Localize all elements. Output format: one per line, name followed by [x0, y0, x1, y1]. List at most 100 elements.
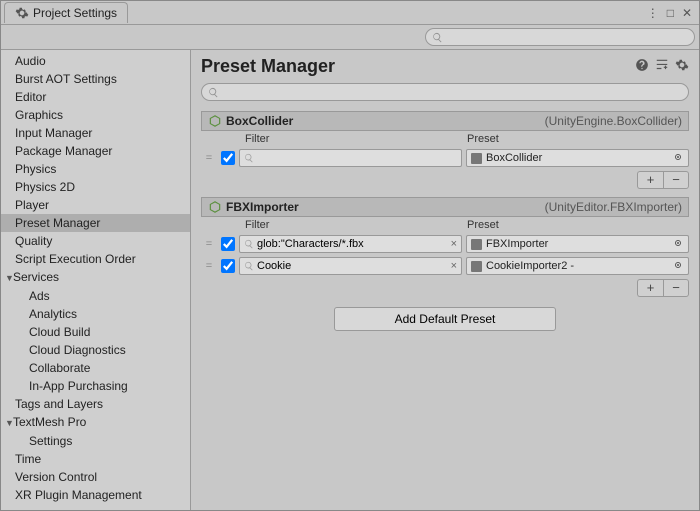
preset-field[interactable]: CookieImporter2 - [466, 257, 689, 275]
section-header: FBXImporter(UnityEditor.FBXImporter) [201, 197, 689, 217]
sidebar-item-burst-aot-settings[interactable]: Burst AOT Settings [1, 70, 190, 88]
sidebar-item-script-execution-order[interactable]: Script Execution Order [1, 250, 190, 268]
sidebar-item-cloud-diagnostics[interactable]: Cloud Diagnostics [1, 341, 190, 359]
search-icon [208, 87, 219, 98]
sidebar-item-physics[interactable]: Physics [1, 160, 190, 178]
toolbar-search-input[interactable] [443, 31, 688, 43]
sidebar-item-label: Tags and Layers [15, 397, 103, 411]
preset-name: FBXImporter [486, 238, 672, 250]
sidebar-item-label: TextMesh Pro [13, 415, 86, 429]
filter-input[interactable] [254, 238, 451, 250]
sidebar-item-version-control[interactable]: Version Control [1, 468, 190, 486]
sidebar-item-time[interactable]: Time [1, 450, 190, 468]
drag-handle-icon[interactable]: = [201, 260, 217, 272]
help-icon[interactable] [635, 58, 649, 75]
row-enabled-checkbox[interactable] [221, 259, 235, 273]
settings-icon[interactable] [675, 58, 689, 75]
row-enabled-checkbox[interactable] [221, 151, 235, 165]
sidebar-item-label: Script Execution Order [15, 252, 136, 266]
sidebar-item-input-manager[interactable]: Input Manager [1, 124, 190, 142]
sidebar-item-editor[interactable]: Editor [1, 88, 190, 106]
clear-icon[interactable]: × [451, 238, 457, 250]
sidebar-item-settings[interactable]: Settings [1, 432, 190, 450]
sidebar-item-label: Analytics [29, 307, 77, 321]
sidebar-item-services[interactable]: ▼Services [1, 268, 190, 287]
sidebar-item-graphics[interactable]: Graphics [1, 106, 190, 124]
filter-field[interactable]: × [239, 235, 462, 253]
sidebar: Audio Burst AOT Settings Editor Graphics Inp… [1, 50, 191, 510]
sidebar-item-label: Ads [29, 289, 50, 303]
main-search-input[interactable] [219, 86, 682, 98]
sidebar-item-label: Graphics [15, 108, 63, 122]
sidebar-item-audio[interactable]: Audio [1, 52, 190, 70]
col-header-filter: Filter [245, 219, 467, 231]
section-title: BoxCollider [226, 114, 293, 128]
row-enabled-checkbox[interactable] [221, 237, 235, 251]
main-panel: Preset Manager BoxCollider(UnityEngine.B… [191, 50, 699, 510]
section-title: FBXImporter [226, 200, 299, 214]
window-tab[interactable]: Project Settings [4, 2, 128, 23]
expand-arrow-icon[interactable]: ▼ [5, 270, 13, 286]
sidebar-item-tags-and-layers[interactable]: Tags and Layers [1, 395, 190, 413]
object-picker-icon[interactable] [672, 237, 684, 252]
preset-row: = × CookieImporter2 - [201, 255, 689, 277]
search-icon [244, 239, 254, 249]
expand-arrow-icon[interactable]: ▼ [5, 415, 13, 431]
object-picker-icon[interactable] [672, 151, 684, 166]
sidebar-item-analytics[interactable]: Analytics [1, 305, 190, 323]
preset-field[interactable]: FBXImporter [466, 235, 689, 253]
clear-icon[interactable]: × [451, 260, 457, 272]
sidebar-item-label: Package Manager [15, 144, 112, 158]
page-title: Preset Manager [201, 56, 635, 77]
sidebar-item-label: Physics [15, 162, 56, 176]
add-row-button[interactable]: + [637, 171, 663, 189]
sidebar-item-cloud-build[interactable]: Cloud Build [1, 323, 190, 341]
drag-handle-icon[interactable]: = [201, 152, 217, 164]
object-picker-icon[interactable] [672, 259, 684, 274]
sidebar-item-textmesh-pro[interactable]: ▼TextMesh Pro [1, 413, 190, 432]
remove-row-button[interactable]: − [663, 171, 689, 189]
sidebar-item-label: Settings [29, 434, 72, 448]
sidebar-item-label: Burst AOT Settings [15, 72, 117, 86]
filter-input[interactable] [254, 152, 457, 164]
maximize-icon[interactable]: □ [664, 6, 677, 20]
sidebar-item-label: Cloud Diagnostics [29, 343, 126, 357]
sidebar-item-label: Collaborate [29, 361, 90, 375]
search-icon [244, 153, 254, 163]
drag-handle-icon[interactable]: = [201, 238, 217, 250]
sidebar-item-physics-2d[interactable]: Physics 2D [1, 178, 190, 196]
add-row-button[interactable]: + [637, 279, 663, 297]
preset-field[interactable]: BoxCollider [466, 149, 689, 167]
toolbar-search[interactable] [425, 28, 695, 46]
window-title: Project Settings [33, 6, 117, 20]
sidebar-item-ads[interactable]: Ads [1, 287, 190, 305]
filter-input[interactable] [254, 260, 451, 272]
sidebar-item-package-manager[interactable]: Package Manager [1, 142, 190, 160]
col-header-preset: Preset [467, 219, 689, 231]
preset-icon[interactable] [655, 58, 669, 75]
col-header-preset: Preset [467, 133, 689, 145]
preset-name: BoxCollider [486, 152, 672, 164]
sidebar-item-in-app-purchasing[interactable]: In-App Purchasing [1, 377, 190, 395]
close-icon[interactable]: ✕ [679, 6, 695, 20]
sidebar-item-quality[interactable]: Quality [1, 232, 190, 250]
add-default-preset-button[interactable]: Add Default Preset [334, 307, 557, 331]
menu-icon[interactable]: ⋮ [644, 6, 662, 20]
remove-row-button[interactable]: − [663, 279, 689, 297]
main-search[interactable] [201, 83, 689, 101]
filter-field[interactable] [239, 149, 462, 167]
sidebar-item-label: Services [13, 270, 59, 284]
preset-row: = × FBXImporter [201, 233, 689, 255]
sidebar-item-collaborate[interactable]: Collaborate [1, 359, 190, 377]
sidebar-item-player[interactable]: Player [1, 196, 190, 214]
sidebar-item-preset-manager[interactable]: Preset Manager [1, 214, 190, 232]
preset-row: = BoxCollider [201, 147, 689, 169]
sidebar-item-xr-plugin-management[interactable]: XR Plugin Management [1, 486, 190, 504]
preset-asset-icon [471, 261, 482, 272]
sidebar-item-label: In-App Purchasing [29, 379, 128, 393]
sidebar-item-label: Version Control [15, 470, 97, 484]
search-icon [432, 32, 443, 43]
filter-field[interactable]: × [239, 257, 462, 275]
sidebar-item-label: Quality [15, 234, 52, 248]
sidebar-item-label: Physics 2D [15, 180, 75, 194]
